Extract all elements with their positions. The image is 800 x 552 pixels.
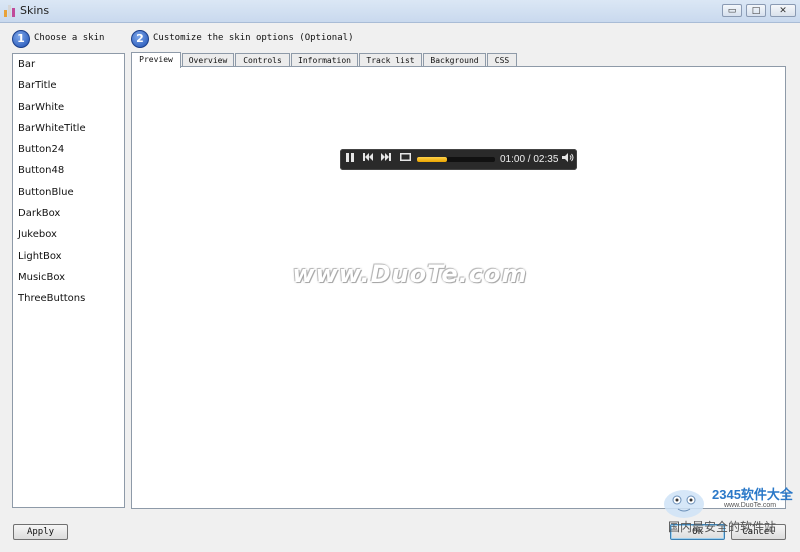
player-preview: 01:00 / 02:35 [340,149,577,170]
brand-caption: 国内最安全的软件站 [668,520,777,534]
maximize-button[interactable]: □ [746,4,766,17]
skin-item-buttonblue[interactable]: ButtonBlue [13,182,124,203]
skin-item-jukebox[interactable]: Jukebox [13,224,124,245]
brand-text: 2345软件大全 [712,487,793,502]
preview-panel: 01:00 / 02:35 www.DuoTe.com [131,66,786,509]
app-icon [4,4,16,17]
skin-item-barwhite[interactable]: BarWhite [13,97,124,118]
skin-item-musicbox[interactable]: MusicBox [13,267,124,288]
title-bar: Skins ▭ □ ✕ [0,0,800,23]
next-icon[interactable] [380,153,392,166]
progress-fill [417,157,448,162]
tab-preview[interactable]: Preview [131,52,181,68]
mascot-icon [664,490,704,518]
skin-item-barwhitetitle[interactable]: BarWhiteTitle [13,118,124,139]
watermark-text: www.DuoTe.com [292,260,528,288]
step-2-badge: 2 [131,30,149,48]
skin-item-threebuttons[interactable]: ThreeButtons [13,288,124,309]
skin-item-lightbox[interactable]: LightBox [13,246,124,267]
tab-controls[interactable]: Controls [235,53,290,67]
skin-list[interactable]: Bar BarTitle BarWhite BarWhiteTitle Butt… [12,53,125,508]
step-1-badge: 1 [12,30,30,48]
tab-css[interactable]: CSS [487,53,517,67]
brand-site: www.DuoTe.com [724,502,777,509]
close-button[interactable]: ✕ [770,4,796,17]
repeat-icon[interactable] [399,153,411,166]
minimize-button[interactable]: ▭ [722,4,742,17]
window-title: Skins [20,4,50,17]
tab-overview[interactable]: Overview [182,53,234,67]
tab-track-list[interactable]: Track list [359,53,422,67]
skin-item-bartitle[interactable]: BarTitle [13,75,124,96]
time-display: 01:00 / 02:35 [500,154,559,165]
step-2-label: Customize the skin options (Optional) [153,33,354,43]
previous-icon[interactable] [362,153,374,166]
skin-item-darkbox[interactable]: DarkBox [13,203,124,224]
volume-icon[interactable] [561,153,574,166]
tab-background[interactable]: Background [423,53,486,67]
skin-item-button48[interactable]: Button48 [13,160,124,181]
apply-button[interactable]: Apply [13,524,68,540]
progress-bar[interactable] [417,157,495,162]
tab-information[interactable]: Information [291,53,358,67]
pause-icon[interactable] [344,153,356,166]
skin-item-bar[interactable]: Bar [13,54,124,75]
site-logo-overlay: 2345软件大全 www.DuoTe.com 国内最安全的软件站 [660,474,800,552]
step-1-label: Choose a skin [34,33,105,43]
skin-item-button24[interactable]: Button24 [13,139,124,160]
